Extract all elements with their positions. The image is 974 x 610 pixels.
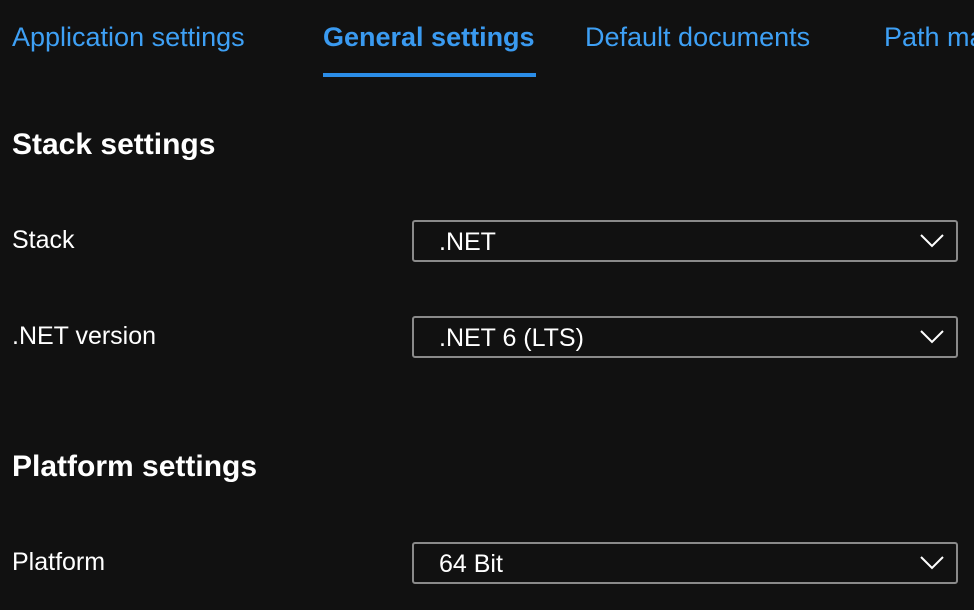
net-version-label: .NET version	[12, 322, 157, 350]
settings-tab-bar: Application settings General settings De…	[0, 0, 974, 80]
net-version-dropdown[interactable]: .NET 6 (LTS)	[412, 316, 958, 358]
net-version-dropdown-value: .NET 6 (LTS)	[439, 324, 584, 352]
platform-dropdown[interactable]: 64 Bit	[412, 542, 958, 584]
stack-settings-heading: Stack settings	[12, 128, 216, 161]
general-settings-page: Application settings General settings De…	[0, 0, 974, 610]
stack-dropdown[interactable]: .NET	[412, 220, 958, 262]
stack-label: Stack	[12, 226, 75, 254]
tab-application-settings[interactable]: Application settings	[12, 0, 245, 78]
chevron-down-icon	[920, 330, 944, 344]
chevron-down-icon	[920, 234, 944, 248]
stack-dropdown-value: .NET	[439, 228, 496, 256]
tab-default-documents[interactable]: Default documents	[585, 0, 810, 78]
active-tab-indicator	[323, 73, 536, 77]
tab-general-settings[interactable]: General settings	[323, 0, 535, 78]
platform-settings-heading: Platform settings	[12, 450, 258, 483]
tab-path-mappings[interactable]: Path mappings	[884, 0, 974, 78]
platform-dropdown-value: 64 Bit	[439, 550, 503, 578]
chevron-down-icon	[920, 556, 944, 570]
platform-label: Platform	[12, 548, 106, 576]
